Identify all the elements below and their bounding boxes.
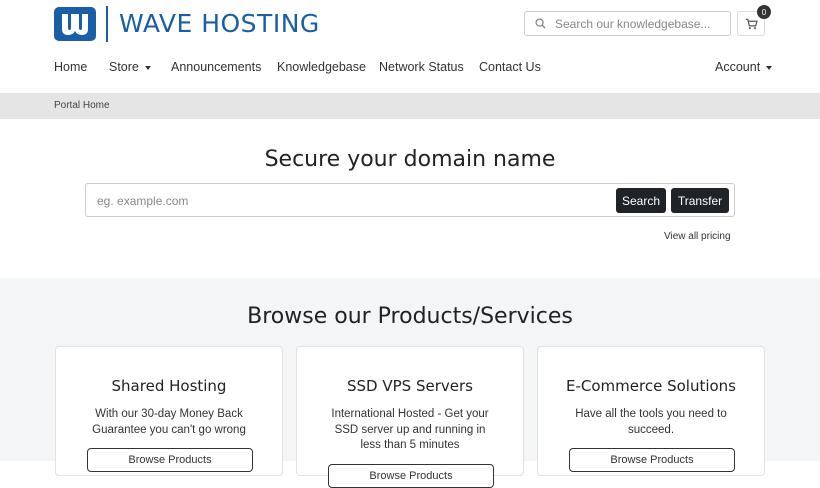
browse-products-button[interactable]: Browse Products: [87, 448, 253, 472]
domain-transfer-button[interactable]: Transfer: [671, 188, 729, 213]
browse-products-button[interactable]: Browse Products: [328, 464, 494, 488]
card-description: Have all the tools you need to succeed.: [575, 408, 727, 436]
view-all-pricing-link[interactable]: View all pricing: [664, 231, 731, 242]
breadcrumb: Portal Home: [0, 93, 820, 119]
nav-announcements[interactable]: Announcements: [171, 60, 261, 74]
card-title: Shared Hosting: [111, 377, 227, 395]
cart-icon: [745, 18, 758, 29]
nav-store-label: Store: [109, 60, 139, 74]
products-title: Browse our Products/Services: [247, 304, 573, 329]
nav-home[interactable]: Home: [54, 60, 87, 74]
products-section: Browse our Products/Services Shared Host…: [0, 278, 820, 488]
product-card-ssd-vps: SSD VPS Servers International Hosted - G…: [296, 346, 524, 488]
domain-title: Secure your domain name: [264, 147, 556, 172]
cart-count-badge: 0: [757, 5, 771, 19]
domain-placeholder: eg. example.com: [97, 194, 189, 208]
search-placeholder: Search our knowledgebase...: [555, 16, 711, 31]
card-description: With our 30-day Money Back Guarantee you…: [92, 408, 246, 436]
search-icon: [525, 18, 555, 29]
card-title: E-Commerce Solutions: [566, 377, 736, 395]
card-description: International Hosted - Get your SSD serv…: [331, 408, 489, 451]
chevron-down-icon: [766, 65, 773, 70]
product-card-shared-hosting: Shared Hosting With our 30-day Money Bac…: [55, 346, 283, 476]
logo-divider: [106, 6, 108, 42]
card-title: SSD VPS Servers: [347, 377, 473, 395]
wave-logo-icon: [54, 7, 96, 41]
nav-store[interactable]: Store: [109, 60, 151, 74]
nav-account-label: Account: [715, 60, 761, 74]
browse-products-button[interactable]: Browse Products: [569, 448, 735, 472]
chevron-down-icon: [144, 65, 151, 70]
nav-account[interactable]: Account: [715, 60, 773, 74]
domain-search-button[interactable]: Search: [616, 188, 666, 213]
domain-search-section: Secure your domain name eg. example.com …: [0, 119, 820, 278]
brand-logo[interactable]: WAVE HOSTING: [54, 6, 320, 42]
main-nav: Home Store Announcements Knowledgebase N…: [0, 50, 820, 93]
product-card-ecommerce: E-Commerce Solutions Have all the tools …: [537, 346, 765, 476]
nav-knowledgebase[interactable]: Knowledgebase: [277, 60, 366, 74]
site-header: WAVE HOSTING Search our knowledgebase...…: [0, 0, 820, 50]
breadcrumb-portal-home[interactable]: Portal Home: [54, 100, 110, 111]
nav-contact-us[interactable]: Contact Us: [479, 60, 541, 74]
nav-network-status[interactable]: Network Status: [379, 60, 464, 74]
knowledgebase-search-input[interactable]: Search our knowledgebase...: [524, 11, 731, 36]
brand-name: WAVE HOSTING: [119, 9, 320, 38]
